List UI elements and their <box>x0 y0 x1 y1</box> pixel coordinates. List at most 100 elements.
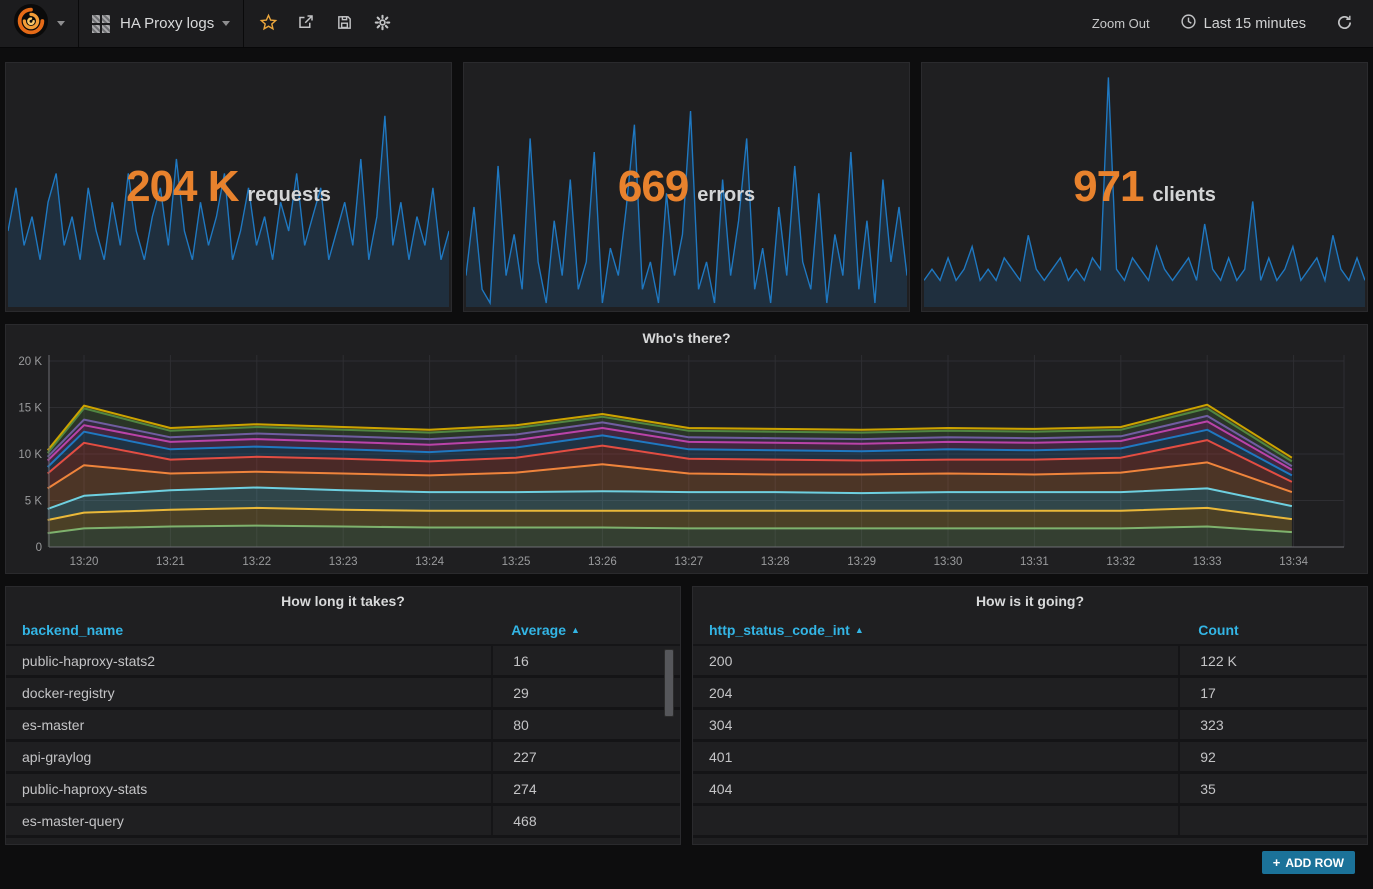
table-cell: docker-registry <box>6 685 491 701</box>
dashboard-actions <box>244 0 406 47</box>
svg-text:13:34: 13:34 <box>1279 556 1308 568</box>
refresh-button[interactable] <box>1336 14 1353 34</box>
column-header-count[interactable]: Count <box>1178 622 1367 638</box>
table-cell: 92 <box>1178 742 1367 771</box>
svg-text:13:31: 13:31 <box>1020 556 1049 568</box>
table-row: public-haproxy-stats216 <box>6 646 680 678</box>
table-cell <box>1178 806 1367 835</box>
table-header-row: backend_name Average▲ <box>6 615 680 646</box>
column-header-average[interactable]: Average▲ <box>491 622 680 638</box>
favorite-button[interactable] <box>252 8 284 40</box>
svg-text:13:27: 13:27 <box>674 556 703 568</box>
svg-text:13:23: 13:23 <box>329 556 358 568</box>
dashboard-content: 204 Krequests 669 errors 971 clients Who's… <box>0 48 1373 880</box>
svg-text:10 K: 10 K <box>18 449 42 461</box>
table-row: 40192 <box>693 742 1367 774</box>
add-row-button[interactable]: + ADD ROW <box>1262 851 1355 874</box>
navbar: HA Proxy logs <box>0 0 1373 48</box>
errors-value: 669 <box>618 162 688 211</box>
clients-label: clients <box>1153 184 1216 206</box>
floppy-save-icon <box>336 14 353 34</box>
requests-stat-value-group: 204 Krequests <box>6 63 451 311</box>
table-row: 40435 <box>693 774 1367 806</box>
table-cell: 200 <box>693 653 1178 669</box>
plus-icon: + <box>1273 855 1281 870</box>
how-long-it-takes-table-panel[interactable]: How long it takes? backend_name Average▲… <box>5 586 681 845</box>
table-cell: 468 <box>491 806 680 835</box>
grafana-main-menu[interactable] <box>0 0 79 47</box>
zoom-out-button[interactable]: Zoom Out <box>1092 16 1150 31</box>
dashboard-title: HA Proxy logs <box>120 15 214 32</box>
errors-stat-panel[interactable]: 669 errors <box>463 62 910 312</box>
save-button[interactable] <box>328 8 360 40</box>
table-cell: 204 <box>693 685 1178 701</box>
table-header-row: http_status_code_int▲ Count <box>693 615 1367 646</box>
table-scrollbar[interactable] <box>664 649 674 717</box>
dashboard-picker[interactable]: HA Proxy logs <box>79 0 244 47</box>
time-range-picker[interactable]: Last 15 minutes <box>1180 13 1306 34</box>
table-cell: 323 <box>1178 710 1367 739</box>
column-header-backend-name[interactable]: backend_name <box>6 622 491 638</box>
svg-text:0: 0 <box>36 542 42 554</box>
graph-panel-title[interactable]: Who's there? <box>6 325 1367 351</box>
gear-icon <box>374 14 391 34</box>
table-cell: 17 <box>1178 678 1367 707</box>
stats-row: 204 Krequests 669 errors 971 clients <box>5 62 1368 312</box>
how-is-it-going-table-panel[interactable]: How is it going? http_status_code_int▲ C… <box>692 586 1368 845</box>
dashboards-grid-icon <box>92 15 110 33</box>
table-cell: 227 <box>491 742 680 771</box>
table-cell: public-haproxy-stats <box>6 781 491 797</box>
table-cell: 401 <box>693 749 1178 765</box>
table-row: 200122 K <box>693 646 1367 678</box>
chevron-down-icon <box>222 21 230 26</box>
share-icon <box>297 13 315 34</box>
table-cell: 122 K <box>1178 646 1367 675</box>
table-row: docker-registry29 <box>6 678 680 710</box>
table-cell: es-master-query <box>6 813 491 829</box>
table-cell: api-graylog <box>6 749 491 765</box>
table-cell: es-master <box>6 717 491 733</box>
table-title[interactable]: How long it takes? <box>6 587 680 615</box>
table-cell: 29 <box>491 678 680 707</box>
clients-stat-value-group: 971 clients <box>922 63 1367 311</box>
table-row: es-master-query468 <box>6 806 680 838</box>
svg-text:13:22: 13:22 <box>242 556 271 568</box>
errors-label: errors <box>697 184 755 206</box>
tables-row: How long it takes? backend_name Average▲… <box>5 586 1368 845</box>
svg-text:13:30: 13:30 <box>934 556 963 568</box>
settings-button[interactable] <box>366 8 398 40</box>
svg-text:13:29: 13:29 <box>847 556 876 568</box>
table-cell: 16 <box>491 646 680 675</box>
table-cell: 304 <box>693 717 1178 733</box>
time-range-label: Last 15 minutes <box>1204 16 1306 32</box>
table-cell: public-haproxy-stats2 <box>6 653 491 669</box>
svg-text:13:20: 13:20 <box>70 556 99 568</box>
table-body: 200122 K204173043234019240435 <box>693 646 1367 838</box>
table-cell: 80 <box>491 710 680 739</box>
clients-value: 971 <box>1073 162 1143 211</box>
table-row: 20417 <box>693 678 1367 710</box>
requests-label: requests <box>248 184 331 206</box>
sort-asc-icon: ▲ <box>855 625 864 635</box>
whos-there-graph-panel[interactable]: Who's there? 05 K10 K15 K20 K13:2013:211… <box>5 324 1368 574</box>
star-icon <box>259 13 278 35</box>
svg-text:13:25: 13:25 <box>502 556 531 568</box>
svg-text:5 K: 5 K <box>25 496 43 508</box>
add-row-label: ADD ROW <box>1285 856 1344 870</box>
table-title[interactable]: How is it going? <box>693 587 1367 615</box>
svg-text:13:28: 13:28 <box>761 556 790 568</box>
svg-text:13:32: 13:32 <box>1106 556 1135 568</box>
column-header-http-status-code[interactable]: http_status_code_int▲ <box>693 622 1178 638</box>
sort-asc-icon: ▲ <box>571 625 580 635</box>
clock-icon <box>1180 13 1197 34</box>
share-button[interactable] <box>290 8 322 40</box>
requests-stat-panel[interactable]: 204 Krequests <box>5 62 452 312</box>
svg-text:13:21: 13:21 <box>156 556 185 568</box>
svg-text:20 K: 20 K <box>18 356 42 368</box>
table-row <box>693 806 1367 838</box>
chevron-down-icon <box>57 21 65 26</box>
table-body: public-haproxy-stats216docker-registry29… <box>6 646 680 838</box>
clients-stat-panel[interactable]: 971 clients <box>921 62 1368 312</box>
whos-there-chart[interactable]: 05 K10 K15 K20 K13:2013:2113:2213:2313:2… <box>6 325 1367 573</box>
svg-text:13:26: 13:26 <box>588 556 617 568</box>
